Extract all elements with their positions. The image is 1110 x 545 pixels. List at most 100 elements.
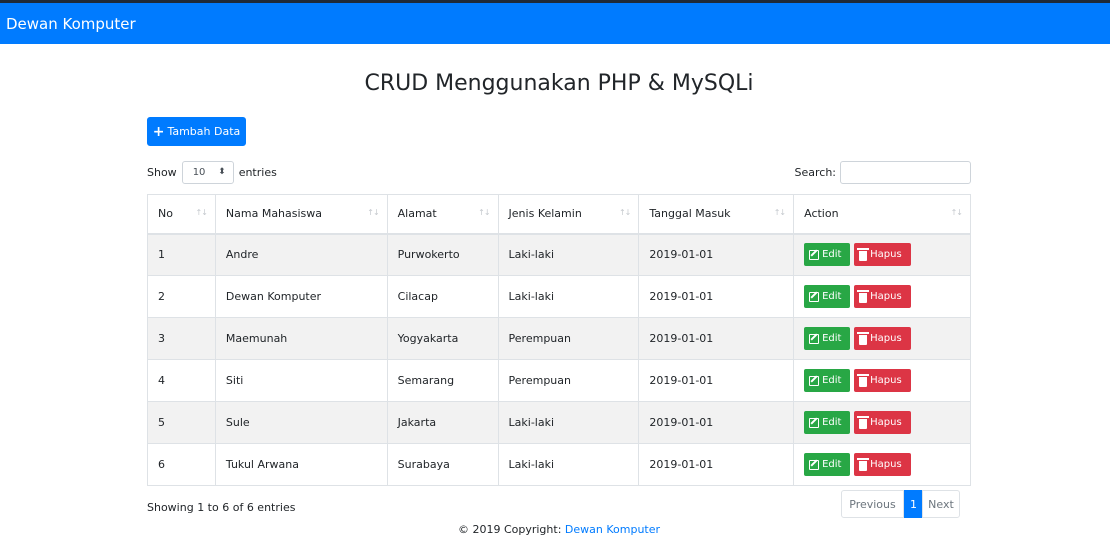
column-header-no[interactable]: No ↑↓	[147, 194, 216, 235]
pagination: Previous 1 Next	[841, 490, 960, 518]
pagination-page-1[interactable]: 1	[904, 490, 923, 518]
edit-label: Edit	[822, 249, 842, 261]
trash-icon	[857, 289, 870, 303]
edit-icon	[809, 333, 820, 344]
cell-no: 3	[147, 317, 216, 360]
edit-button[interactable]: Edit	[804, 243, 851, 267]
delete-button[interactable]: Hapus	[854, 327, 912, 350]
edit-label: Edit	[822, 291, 842, 302]
cell-tanggal-masuk: 2019-01-01	[638, 443, 795, 486]
delete-button[interactable]: Hapus	[854, 453, 912, 476]
edit-label: Edit	[822, 459, 842, 470]
cell-action: Edit Hapus	[793, 233, 971, 276]
sort-icon: ↑↓	[367, 208, 379, 217]
cell-no: 2	[147, 275, 216, 318]
entries-length-control: Show 10 ⬍ entries	[147, 160, 277, 184]
delete-label: Hapus	[870, 417, 902, 428]
edit-icon	[809, 249, 820, 260]
cell-alamat: Surabaya	[386, 443, 499, 486]
search-input[interactable]	[840, 160, 971, 184]
sort-icon: ↑↓	[950, 208, 963, 217]
delete-label: Hapus	[870, 375, 902, 386]
navbar: Dewan Komputer	[0, 3, 1110, 44]
page-title: CRUD Menggunakan PHP & MySQLi	[364, 71, 754, 96]
plus-icon: +	[152, 123, 165, 140]
table-row: 4 Siti Semarang Perempuan 2019-01-01 Edi…	[147, 359, 971, 402]
cell-jenis-kelamin: Perempuan	[497, 359, 640, 402]
edit-button[interactable]: Edit	[804, 285, 851, 308]
search-control: Search:	[795, 160, 971, 184]
cell-alamat: Yogyakarta	[386, 317, 499, 360]
delete-label: Hapus	[870, 249, 902, 261]
navbar-brand-link[interactable]: Dewan Komputer	[6, 14, 136, 34]
column-header-alamat[interactable]: Alamat ↑↓	[386, 194, 499, 235]
delete-label: Hapus	[870, 333, 902, 344]
column-header-label: Jenis Kelamin	[508, 207, 582, 221]
cell-action: Edit Hapus	[793, 401, 971, 444]
cell-tanggal-masuk: 2019-01-01	[638, 359, 795, 402]
cell-tanggal-masuk: 2019-01-01	[638, 317, 795, 360]
cell-alamat: Purwokerto	[386, 233, 499, 276]
delete-button[interactable]: Hapus	[854, 243, 912, 267]
pagination-next[interactable]: Next	[922, 490, 960, 518]
column-header-tanggal-masuk[interactable]: Tanggal Masuk ↑↓	[638, 194, 795, 235]
delete-label: Hapus	[870, 291, 902, 302]
cell-jenis-kelamin: Laki-laki	[497, 443, 640, 486]
entries-label: entries	[238, 165, 277, 179]
delete-button[interactable]: Hapus	[854, 411, 912, 434]
edit-button[interactable]: Edit	[804, 453, 851, 476]
table-info: Showing 1 to 6 of 6 entries	[147, 501, 296, 514]
trash-icon	[857, 247, 870, 261]
edit-label: Edit	[822, 375, 842, 386]
cell-no: 6	[147, 443, 216, 486]
cell-jenis-kelamin: Laki-laki	[497, 401, 640, 444]
cell-alamat: Semarang	[386, 359, 499, 402]
cell-jenis-kelamin: Laki-laki	[497, 233, 640, 276]
pagination-previous[interactable]: Previous	[841, 490, 904, 518]
cell-tanggal-masuk: 2019-01-01	[638, 275, 795, 318]
delete-button[interactable]: Hapus	[854, 369, 912, 392]
edit-button[interactable]: Edit	[804, 327, 851, 350]
column-header-label: Nama Mahasiswa	[225, 207, 323, 221]
column-header-label: Tanggal Masuk	[649, 207, 731, 221]
cell-action: Edit Hapus	[793, 275, 971, 318]
edit-label: Edit	[822, 333, 842, 344]
sort-icon: ↑↓	[195, 208, 208, 217]
delete-button[interactable]: Hapus	[854, 285, 912, 308]
table-header: No ↑↓ Nama Mahasiswa ↑↓ Alamat ↑↓ Jenis Kel…	[147, 194, 971, 235]
show-label: Show	[147, 165, 177, 179]
column-header-nama[interactable]: Nama Mahasiswa ↑↓	[214, 194, 388, 235]
column-header-action[interactable]: Action ↑↓	[793, 194, 971, 235]
entries-select[interactable]: 10 ⬍	[181, 160, 234, 184]
cell-tanggal-masuk: 2019-01-01	[638, 401, 795, 444]
edit-button[interactable]: Edit	[804, 369, 851, 392]
cell-nama: Dewan Komputer	[214, 275, 388, 318]
trash-icon	[857, 415, 870, 429]
footer: © 2019 Copyright: Dewan Komputer	[0, 523, 1110, 537]
table-row: 1 Andre Purwokerto Laki-laki 2019-01-01 …	[147, 233, 971, 276]
entries-select-value: 10	[192, 166, 206, 178]
cell-jenis-kelamin: Perempuan	[497, 317, 640, 360]
trash-icon	[857, 457, 870, 471]
footer-link[interactable]: Dewan Komputer	[565, 523, 660, 536]
column-header-label: Action	[804, 207, 839, 221]
cell-alamat: Cilacap	[386, 275, 499, 318]
column-header-jenis-kelamin[interactable]: Jenis Kelamin ↑↓	[497, 194, 640, 235]
trash-icon	[857, 373, 870, 387]
table-body: 1 Andre Purwokerto Laki-laki 2019-01-01 …	[147, 233, 971, 486]
column-header-label: No	[158, 207, 173, 221]
sort-icon: ↑↓	[773, 208, 786, 217]
edit-button[interactable]: Edit	[804, 411, 851, 434]
edit-label: Edit	[822, 417, 842, 428]
add-data-button[interactable]: + Tambah Data	[147, 117, 246, 146]
sort-icon: ↑↓	[618, 208, 631, 217]
cell-nama: Andre	[214, 233, 388, 276]
cell-action: Edit Hapus	[793, 443, 971, 486]
cell-action: Edit Hapus	[793, 317, 971, 360]
cell-no: 5	[147, 401, 216, 444]
table-row: 5 Sule Jakarta Laki-laki 2019-01-01 Edit…	[147, 401, 971, 444]
sort-icon: ↑↓	[478, 208, 490, 217]
table-row: 6 Tukul Arwana Surabaya Laki-laki 2019-0…	[147, 443, 971, 486]
cell-alamat: Jakarta	[386, 401, 499, 444]
trash-icon	[857, 331, 870, 345]
